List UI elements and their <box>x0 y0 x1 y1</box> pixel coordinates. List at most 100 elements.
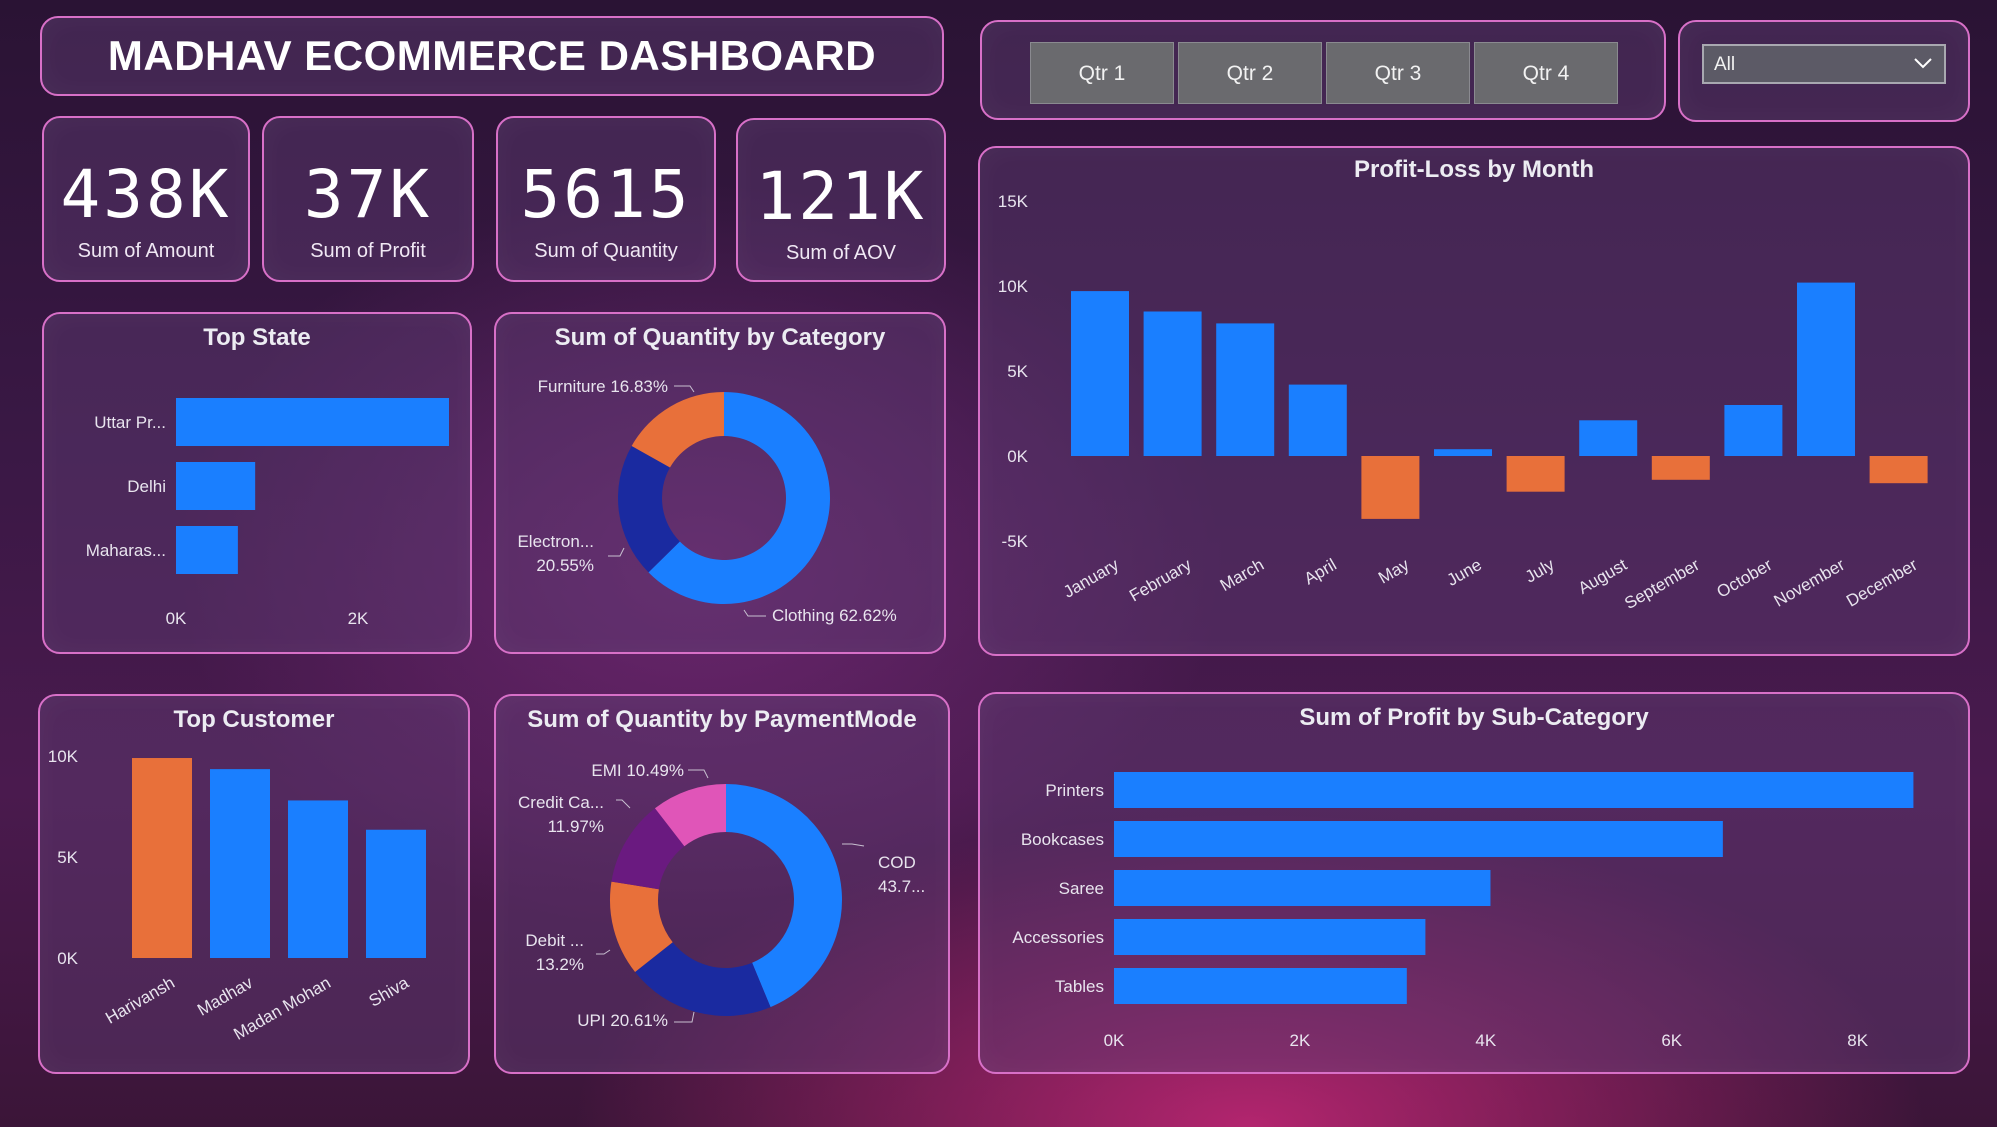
category-label: April <box>1301 555 1340 588</box>
dashboard-title: MADHAV ECOMMERCE DASHBOARD <box>107 32 877 79</box>
qtr-3-button[interactable]: Qtr 3 <box>1326 42 1470 104</box>
tick-label: 2K <box>348 609 369 628</box>
bar <box>1797 282 1855 456</box>
qtr-1-button[interactable]: Qtr 1 <box>1030 42 1174 104</box>
bar <box>1114 821 1723 857</box>
kpi-label: Sum of AOV <box>785 242 897 264</box>
category-label: October <box>1714 555 1776 602</box>
state-filter-dropdown[interactable]: All <box>1702 44 1946 84</box>
top-customer-chart: Harivansh MadhavMadan Mohan Shiva0K5K10K <box>48 747 426 1044</box>
qty-by-paymentmode-chart: COD 43.7... EMI 10.49% Credit Ca... 11.97% De… <box>518 761 925 1030</box>
category-label: December <box>1843 555 1921 611</box>
kpi-card-amount: 438K Sum of Amount <box>42 116 250 282</box>
tick-label: 10K <box>48 747 79 766</box>
bar <box>176 398 449 446</box>
tick-label: 2K <box>1290 1031 1311 1050</box>
slice-label: COD <box>878 853 916 872</box>
category-label: July <box>1522 555 1558 587</box>
slice-label: Clothing 62.62% <box>772 606 897 625</box>
kpi-value: 5615 <box>520 156 692 233</box>
tick-label: 15K <box>998 192 1029 211</box>
bar <box>1869 456 1928 484</box>
top-state-chart: Uttar Pr... Delhi Maharas... 0K 2K <box>86 398 449 628</box>
slice-label: 43.7... <box>878 877 925 896</box>
bar <box>176 462 256 510</box>
bar <box>1288 384 1347 456</box>
category-label: Uttar Pr... <box>94 413 166 432</box>
qtr-4-button[interactable]: Qtr 4 <box>1474 42 1618 104</box>
bar <box>1143 311 1202 456</box>
tick-label: 4K <box>1475 1031 1496 1050</box>
bar <box>288 800 348 958</box>
category-label: Shiva <box>366 973 413 1011</box>
bar <box>1651 456 1710 480</box>
category-label: Maharas... <box>86 541 166 560</box>
tick-label: 0K <box>1104 1031 1125 1050</box>
category-label: Printers <box>1045 781 1104 800</box>
bar <box>366 829 426 958</box>
bar <box>132 758 192 958</box>
bar <box>176 526 238 574</box>
tick-label: 5K <box>57 848 78 867</box>
category-label: August <box>1575 555 1631 598</box>
slice-label: Debit ... <box>525 931 584 950</box>
kpi-card-aov: 121K Sum of AOV <box>736 118 946 282</box>
slice-label: Credit Ca... <box>518 793 604 812</box>
category-label: September <box>1621 555 1703 613</box>
bar <box>1434 449 1492 456</box>
leader-line <box>608 547 625 557</box>
kpi-value: 438K <box>60 156 232 233</box>
leader-line <box>596 949 611 955</box>
kpi-card-profit: 37K Sum of Profit <box>262 116 474 282</box>
category-label: June <box>1444 555 1485 590</box>
category-label: Saree <box>1059 879 1104 898</box>
tick-label: 8K <box>1847 1031 1868 1050</box>
bar <box>1724 405 1783 456</box>
tick-label: 0K <box>1007 447 1028 466</box>
bar <box>210 769 270 958</box>
leader-line <box>743 609 766 617</box>
kpi-value: 37K <box>303 156 433 233</box>
qty-by-category-chart: Furniture 16.83% Electron... 20.55% Clothin… <box>517 377 897 625</box>
slice-label: UPI 20.61% <box>577 1011 668 1030</box>
category-label: May <box>1375 555 1413 588</box>
category-label: January <box>1060 555 1122 602</box>
leader-line <box>688 769 709 779</box>
leader-line <box>674 385 695 393</box>
bar <box>1114 772 1914 808</box>
category-label: Bookcases <box>1021 830 1104 849</box>
bar <box>1114 870 1491 906</box>
slice-label: 20.55% <box>536 556 594 575</box>
quarter-slicer: Qtr 1 Qtr 2 Qtr 3 Qtr 4 <box>980 20 1666 120</box>
title-panel: MADHAV ECOMMERCE DASHBOARD <box>40 16 944 96</box>
qtr-2-button[interactable]: Qtr 2 <box>1178 42 1322 104</box>
tick-label: 10K <box>998 277 1029 296</box>
kpi-label: Sum of Quantity <box>534 240 678 262</box>
profit-by-subcategory-chart: Printers Bookcases Saree Accessories Tables 0… <box>1012 772 1914 1050</box>
category-label: March <box>1217 555 1267 595</box>
bar <box>1361 456 1420 519</box>
kpi-label: Sum of Profit <box>310 240 426 262</box>
category-label: February <box>1126 555 1195 606</box>
category-label: Harivansh <box>102 973 178 1028</box>
tick-label: 0K <box>166 609 187 628</box>
leader-line <box>616 799 631 809</box>
category-label: Delhi <box>127 477 166 496</box>
slice-label: 11.97% <box>548 817 604 836</box>
filter-panel: All <box>1678 20 1970 122</box>
kpi-card-quantity: 5615 Sum of Quantity <box>496 116 716 282</box>
profit-loss-panel: Profit-Loss by Month January February Marc… <box>978 146 1970 656</box>
slice-label: 13.2% <box>536 955 584 974</box>
bar <box>1114 968 1407 1004</box>
leader-line <box>674 1011 695 1023</box>
category-label: Tables <box>1055 977 1104 996</box>
dropdown-selected-value: All <box>1714 54 1736 75</box>
profit-by-subcategory-panel: Sum of Profit by Sub-Category Printers Bo… <box>978 692 1970 1074</box>
qty-by-category-panel: Sum of Quantity by Category Furniture 16… <box>494 312 946 654</box>
chevron-down-icon[interactable] <box>1912 52 1934 74</box>
tick-label: -5K <box>1002 532 1029 551</box>
bar <box>1216 323 1275 456</box>
tick-label: 6K <box>1661 1031 1682 1050</box>
slice-label: Electron... <box>517 532 594 551</box>
bar <box>1071 291 1129 456</box>
